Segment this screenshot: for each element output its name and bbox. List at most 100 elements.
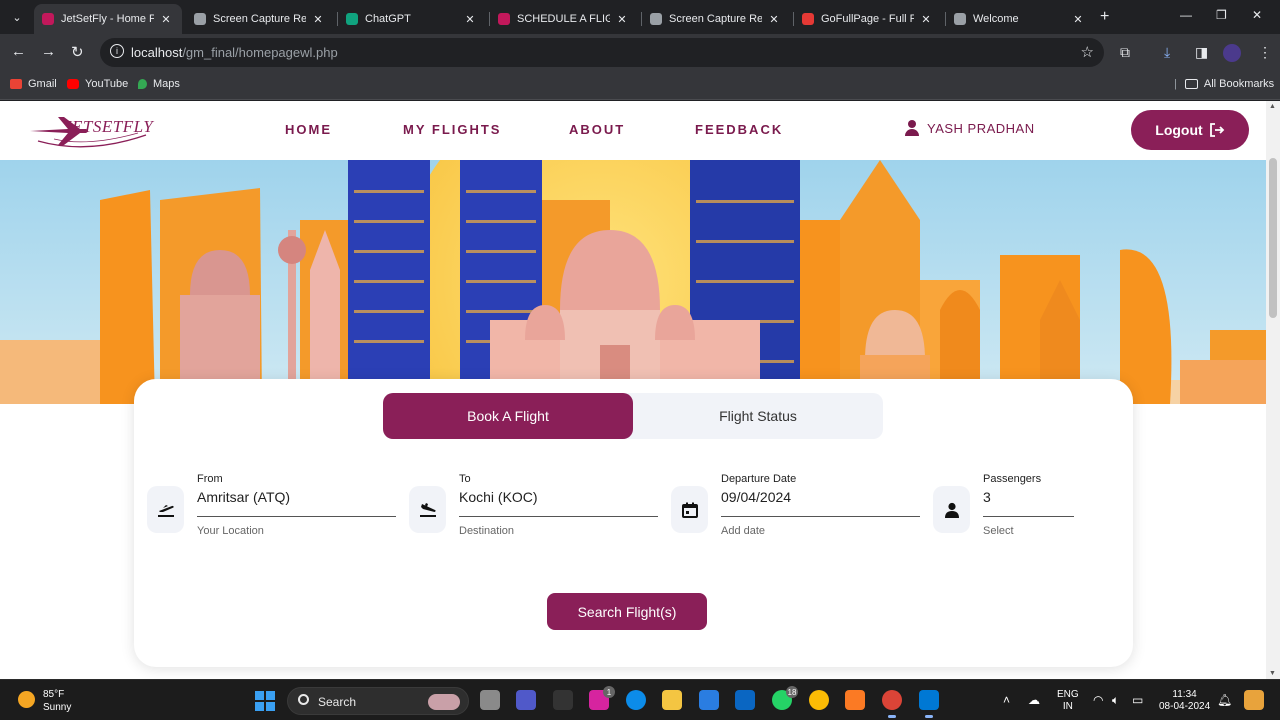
to-label: To xyxy=(459,473,471,485)
search-highlight-image xyxy=(428,694,460,710)
close-tab-icon[interactable]: ✕ xyxy=(1070,13,1086,26)
folder-icon xyxy=(1184,79,1198,89)
close-tab-icon[interactable]: ✕ xyxy=(310,13,326,26)
restore-icon[interactable]: ❐ xyxy=(1216,8,1227,22)
app-icon[interactable] xyxy=(553,690,573,710)
logout-button[interactable]: Logout xyxy=(1131,110,1249,150)
new-tab-button[interactable]: + xyxy=(1100,8,1109,26)
whatsapp-icon[interactable]: 18 xyxy=(772,686,798,710)
language-indicator[interactable]: ENG IN xyxy=(1057,689,1079,713)
user-profile[interactable]: YASH PRADHAN xyxy=(905,120,1035,136)
taskbar-search-box[interactable]: Search xyxy=(287,687,469,715)
clock[interactable]: 11:34 08-04-2024 xyxy=(1159,689,1210,713)
tab-flight-status[interactable]: Flight Status xyxy=(633,393,883,439)
from-input[interactable]: Amritsar (ATQ) xyxy=(197,489,290,505)
bookmark-gmail[interactable]: Gmail xyxy=(10,78,57,90)
volume-icon[interactable]: 🔈︎ xyxy=(1112,693,1119,708)
microsoft-store-icon[interactable] xyxy=(699,690,719,710)
edge-icon[interactable] xyxy=(626,690,646,710)
close-tab-icon[interactable]: ✕ xyxy=(158,13,174,26)
download-icon[interactable]: ⤓ xyxy=(1164,44,1170,61)
forward-icon[interactable]: → xyxy=(41,43,56,60)
reload-icon[interactable]: ↻ xyxy=(71,43,84,61)
passengers-input[interactable]: 3 xyxy=(983,489,991,505)
jetsetfly-favicon-icon xyxy=(498,13,510,25)
from-label: From xyxy=(197,473,223,485)
scroll-up-icon[interactable]: ▲ xyxy=(1269,103,1276,110)
show-hidden-icons[interactable]: ˄ xyxy=(1003,693,1010,707)
onedrive-icon[interactable]: ☁ xyxy=(1028,693,1040,707)
booking-tabs: Book A Flight Flight Status xyxy=(383,393,883,439)
bookmark-youtube[interactable]: YouTube xyxy=(67,78,128,90)
browser-toolbar: ← → ↻ i localhost/gm_final/homepagewl.ph… xyxy=(0,34,1280,72)
page-scrollbar[interactable]: ▲ ▼ xyxy=(1266,101,1280,679)
chrome-active-icon[interactable] xyxy=(882,690,902,718)
nav-home[interactable]: HOME xyxy=(285,122,332,137)
close-tab-icon[interactable]: ✕ xyxy=(918,13,934,26)
instagram-icon[interactable]: 1 xyxy=(589,686,615,710)
tab-schedule-flight[interactable]: SCHEDULE A FLIGHT ✕ xyxy=(490,4,638,34)
address-bar[interactable]: i localhost/gm_final/homepagewl.php ☆ xyxy=(100,38,1104,67)
close-window-icon[interactable]: ✕ xyxy=(1252,8,1262,22)
vscode-icon[interactable] xyxy=(919,690,939,718)
close-tab-icon[interactable]: ✕ xyxy=(614,13,630,26)
departure-date-input[interactable]: 09/04/2024 xyxy=(721,489,791,505)
xampp-icon[interactable] xyxy=(845,690,865,710)
logo-text: JETSETFLY xyxy=(64,117,154,136)
from-underline xyxy=(197,516,396,517)
copilot-icon[interactable] xyxy=(1244,690,1264,710)
site-info-icon[interactable]: i xyxy=(110,44,124,58)
teams-icon[interactable] xyxy=(516,690,536,710)
scrollbar-thumb[interactable] xyxy=(1269,158,1277,318)
sun-weather-icon[interactable] xyxy=(18,691,35,708)
tab-screen-capture-2[interactable]: Screen Capture Result ✕ xyxy=(642,4,790,34)
search-flights-button[interactable]: Search Flight(s) xyxy=(547,593,707,630)
bookmark-star-icon[interactable]: ☆ xyxy=(1081,43,1094,61)
tab-title: ChatGPT xyxy=(365,13,411,25)
back-icon[interactable]: ← xyxy=(11,43,26,60)
nav-about[interactable]: ABOUT xyxy=(569,122,625,137)
taskbar-search-label: Search xyxy=(318,695,357,709)
file-explorer-icon[interactable] xyxy=(662,690,682,710)
tab-book-a-flight[interactable]: Book A Flight xyxy=(383,393,633,439)
menu-kebab-icon[interactable]: ⋮ xyxy=(1258,44,1272,61)
tab-gofullpage[interactable]: GoFullPage - Full Page ✕ xyxy=(794,4,942,34)
side-panel-icon[interactable]: ◨ xyxy=(1195,44,1208,61)
passengers-hint: Select xyxy=(983,525,1014,537)
calendar-icon[interactable] xyxy=(671,486,708,533)
jetsetfly-logo[interactable]: JETSETFLY xyxy=(28,111,154,151)
to-input[interactable]: Kochi (KOC) xyxy=(459,489,538,505)
tab-chatgpt[interactable]: ChatGPT ✕ xyxy=(338,4,486,34)
scroll-down-icon[interactable]: ▼ xyxy=(1269,670,1276,677)
chrome-icon[interactable] xyxy=(809,690,829,710)
close-tab-icon[interactable]: ✕ xyxy=(462,13,478,26)
bookmark-maps[interactable]: Maps xyxy=(138,78,180,90)
toolbar-divider: | xyxy=(1174,78,1177,90)
gmail-icon xyxy=(10,79,22,89)
site-header: JETSETFLY HOME MY FLIGHTS ABOUT FEEDBACK… xyxy=(0,101,1266,160)
profile-avatar[interactable] xyxy=(1223,44,1241,62)
weather-widget[interactable]: 85°F Sunny xyxy=(43,688,71,714)
windows-start-icon[interactable] xyxy=(255,691,275,711)
extensions-icon[interactable]: ⧉ xyxy=(1120,44,1130,61)
task-view-icon[interactable] xyxy=(480,690,500,710)
nav-feedback[interactable]: FEEDBACK xyxy=(695,122,783,137)
gofullpage-favicon-icon xyxy=(802,13,814,25)
from-hint: Your Location xyxy=(197,525,264,537)
booking-card: Book A Flight Flight Status From Amritsa… xyxy=(134,379,1133,667)
notification-bell-icon[interactable]: 🔔︎ xyxy=(1217,693,1232,707)
tab-jetsetfly[interactable]: JetSetFly - Home Page ✕ xyxy=(34,4,182,34)
tab-screen-capture-1[interactable]: Screen Capture Result ✕ xyxy=(186,4,334,34)
minimize-icon[interactable]: — xyxy=(1180,8,1192,22)
close-tab-icon[interactable]: ✕ xyxy=(766,13,782,26)
tab-search-button[interactable]: ⌄ xyxy=(6,7,28,27)
linkedin-icon[interactable] xyxy=(735,690,755,710)
url-text[interactable]: localhost/gm_final/homepagewl.php xyxy=(131,45,338,60)
all-bookmarks[interactable]: | All Bookmarks xyxy=(1174,78,1274,90)
tab-welcome[interactable]: Welcome ✕ xyxy=(946,4,1094,34)
url-path: /gm_final/homepagewl.php xyxy=(182,45,338,60)
nav-my-flights[interactable]: MY FLIGHTS xyxy=(403,122,501,137)
battery-icon[interactable]: ▭ xyxy=(1132,693,1143,707)
wifi-icon[interactable]: ◠ xyxy=(1093,693,1103,707)
tab-title: Screen Capture Result xyxy=(213,13,306,25)
